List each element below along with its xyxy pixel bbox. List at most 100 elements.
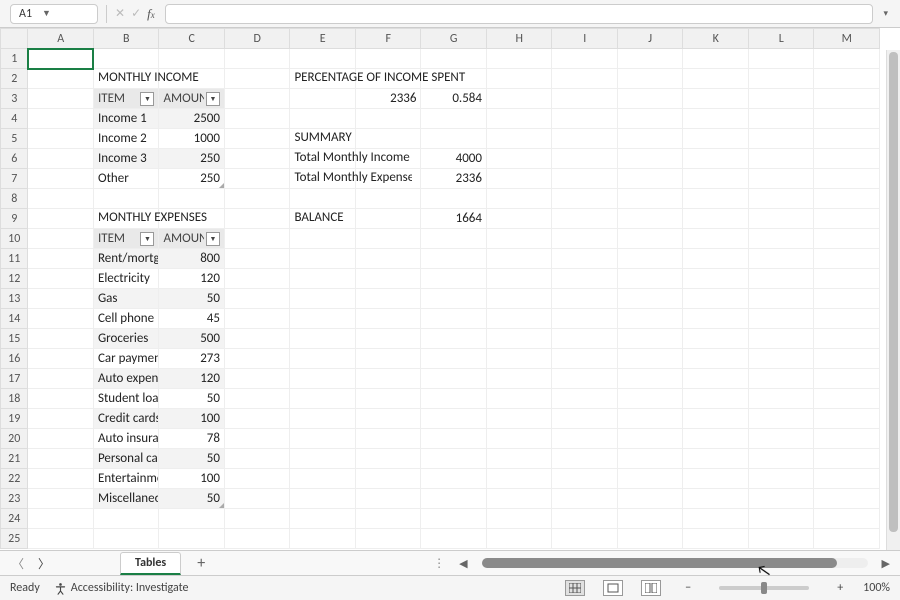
cell[interactable] — [224, 189, 290, 209]
cell[interactable] — [290, 309, 356, 329]
cell[interactable] — [748, 269, 814, 289]
row-header[interactable]: 9 — [1, 209, 28, 229]
col-header[interactable]: C — [159, 29, 225, 49]
cell[interactable] — [28, 209, 94, 229]
cell[interactable] — [814, 89, 880, 109]
col-header[interactable]: K — [683, 29, 749, 49]
cell[interactable] — [28, 349, 94, 369]
cell[interactable] — [290, 349, 356, 369]
cell[interactable]: 2336 — [421, 169, 487, 189]
col-header[interactable]: F — [355, 29, 421, 49]
cell[interactable] — [28, 89, 94, 109]
cell[interactable] — [28, 109, 94, 129]
cell[interactable]: 50 — [159, 489, 225, 509]
cell[interactable]: 120 — [159, 369, 225, 389]
cell[interactable] — [224, 109, 290, 129]
cell[interactable] — [290, 429, 356, 449]
cell[interactable]: Miscellaneous — [93, 489, 159, 509]
cell[interactable] — [748, 309, 814, 329]
cell[interactable] — [355, 429, 421, 449]
cell[interactable] — [748, 509, 814, 529]
cell[interactable] — [748, 289, 814, 309]
cell[interactable]: Total Monthly Expenses — [290, 169, 356, 189]
col-header[interactable]: E — [290, 29, 356, 49]
cell[interactable] — [814, 249, 880, 269]
cell[interactable]: 500 — [159, 329, 225, 349]
cell[interactable] — [28, 429, 94, 449]
tab-prev-icon[interactable]: 〈 — [8, 555, 28, 572]
cell[interactable]: MONTHLY INCOME — [93, 69, 159, 89]
cell[interactable] — [617, 289, 683, 309]
cell[interactable]: 78 — [159, 429, 225, 449]
cell[interactable]: AMOUNT▼ — [159, 89, 225, 109]
cell[interactable] — [486, 69, 552, 89]
cell[interactable] — [552, 449, 618, 469]
cell[interactable] — [748, 189, 814, 209]
sheet-tab-tables[interactable]: Tables — [120, 552, 181, 575]
cell[interactable] — [552, 249, 618, 269]
cell[interactable] — [748, 409, 814, 429]
cell[interactable] — [552, 149, 618, 169]
cell[interactable]: Auto insurance — [93, 429, 159, 449]
cell[interactable] — [748, 349, 814, 369]
cell[interactable] — [290, 269, 356, 289]
row-header[interactable]: 20 — [1, 429, 28, 449]
cell[interactable] — [355, 129, 421, 149]
row-header[interactable]: 23 — [1, 489, 28, 509]
cell[interactable] — [28, 489, 94, 509]
filter-dropdown-icon[interactable]: ▼ — [140, 92, 154, 106]
cell[interactable] — [28, 129, 94, 149]
chevron-down-icon[interactable]: ▼ — [42, 8, 51, 19]
cell[interactable] — [486, 109, 552, 129]
cell[interactable] — [290, 469, 356, 489]
cell[interactable] — [814, 529, 880, 549]
cell[interactable] — [93, 189, 159, 209]
cell[interactable] — [552, 189, 618, 209]
cell[interactable] — [159, 49, 225, 69]
cell[interactable] — [748, 469, 814, 489]
cell[interactable]: Income 3 — [93, 149, 159, 169]
cell[interactable] — [486, 489, 552, 509]
cell[interactable] — [224, 149, 290, 169]
row-header[interactable]: 10 — [1, 229, 28, 249]
cell[interactable] — [814, 169, 880, 189]
cell[interactable] — [28, 369, 94, 389]
row-header[interactable]: 4 — [1, 109, 28, 129]
cell[interactable] — [486, 269, 552, 289]
cell[interactable] — [224, 509, 290, 529]
cell[interactable] — [28, 249, 94, 269]
cell[interactable] — [355, 149, 421, 169]
add-sheet-button[interactable]: + — [187, 554, 215, 573]
accept-icon[interactable]: ✓ — [131, 6, 141, 21]
cell[interactable] — [486, 229, 552, 249]
row-header[interactable]: 24 — [1, 509, 28, 529]
filter-dropdown-icon[interactable]: ▼ — [206, 232, 220, 246]
cell[interactable] — [617, 69, 683, 89]
cell[interactable] — [683, 329, 749, 349]
cell[interactable] — [617, 89, 683, 109]
cell[interactable] — [355, 409, 421, 429]
cell[interactable] — [224, 69, 290, 89]
cell[interactable] — [28, 449, 94, 469]
zoom-knob[interactable] — [761, 582, 767, 594]
cell[interactable] — [748, 529, 814, 549]
cell[interactable] — [159, 69, 225, 89]
col-header[interactable]: A — [28, 29, 94, 49]
cell[interactable] — [486, 509, 552, 529]
cell[interactable] — [224, 169, 290, 189]
cell[interactable]: 120 — [159, 269, 225, 289]
cell[interactable]: 100 — [159, 409, 225, 429]
col-header[interactable]: G — [421, 29, 487, 49]
cell[interactable] — [486, 209, 552, 229]
cell[interactable] — [355, 489, 421, 509]
cell[interactable] — [683, 109, 749, 129]
cell[interactable]: Personal care — [93, 449, 159, 469]
cell[interactable] — [486, 429, 552, 449]
cell[interactable] — [224, 209, 290, 229]
cell[interactable] — [617, 409, 683, 429]
cell[interactable] — [224, 249, 290, 269]
cell[interactable]: 250 — [159, 149, 225, 169]
cell[interactable]: 1000 — [159, 129, 225, 149]
cell[interactable] — [28, 69, 94, 89]
cell[interactable] — [748, 329, 814, 349]
